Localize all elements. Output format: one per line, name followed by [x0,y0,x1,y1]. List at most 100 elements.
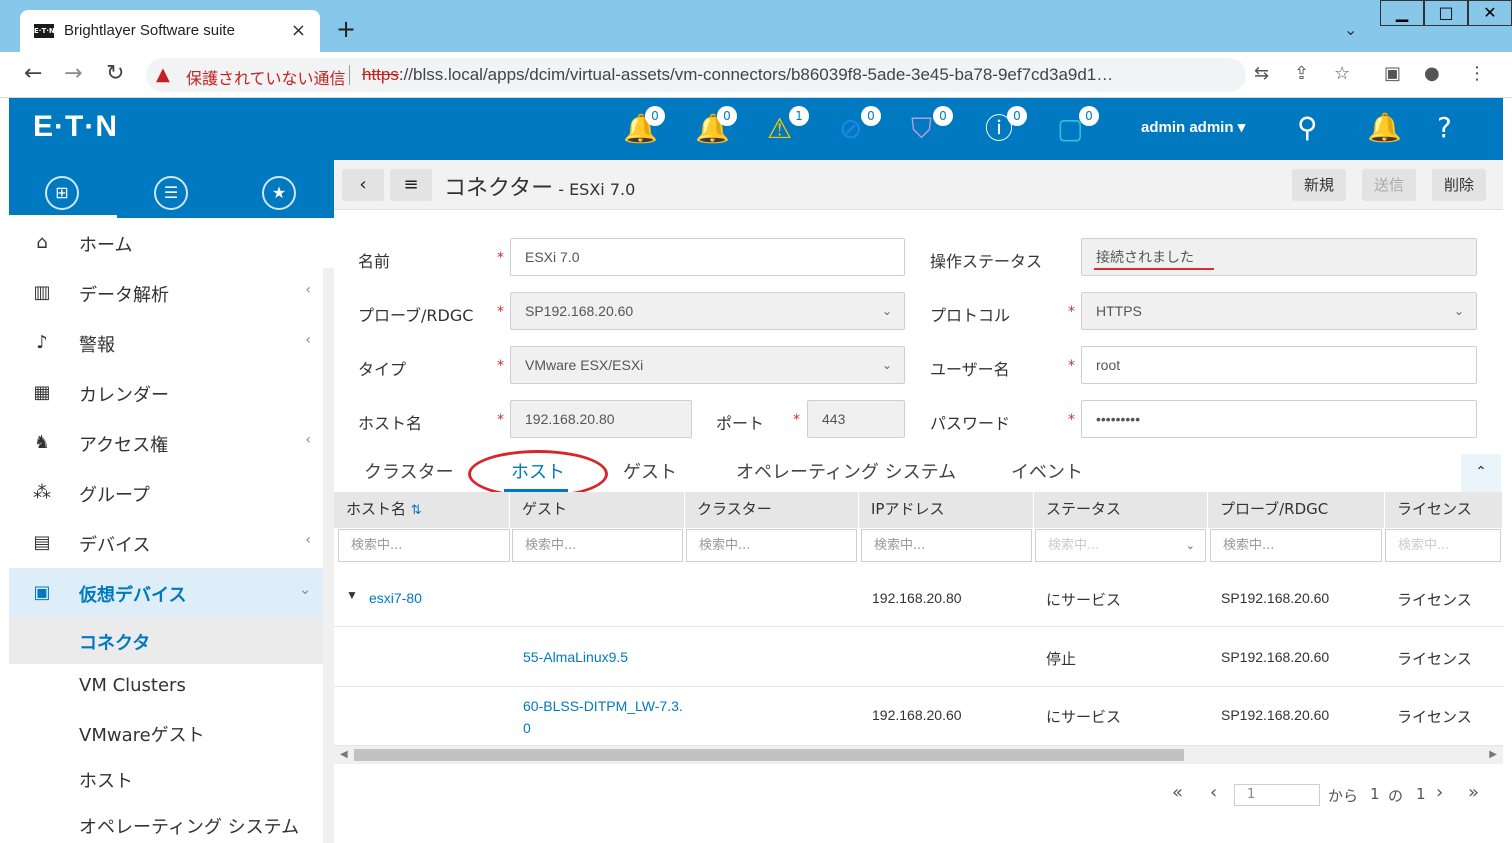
address-bar: ← → ↻ ▲ 保護されていない通信 https://blss.local/ap… [0,52,1512,98]
maximize-button[interactable]: □ [1424,0,1468,26]
horizontal-scrollbar[interactable]: ◀ ▶ [334,746,1503,764]
warning-icon[interactable]: ⚠ 1 [765,106,809,148]
list-icon[interactable]: ☰ [154,176,188,210]
close-window-button[interactable]: ✕ [1468,0,1512,26]
new-button[interactable]: 新規 [1292,169,1347,201]
info-icon[interactable]: ⓘ 0 [983,106,1027,148]
minimize-button[interactable]: ▁ [1380,0,1424,26]
help-icon[interactable]: ? [1437,112,1452,144]
filter-license[interactable]: 検索中... [1385,529,1501,562]
column-header-guest[interactable]: ゲスト [510,492,685,528]
table-row[interactable]: 55-AlmaLinux9.5 停止 SP192.168.20.60 ライセンス [334,628,1503,687]
expand-triangle-icon[interactable]: ▼ [346,588,358,602]
next-page-icon[interactable]: › [1436,782,1443,803]
column-header-ip[interactable]: IPアドレス [859,492,1034,528]
sidebar-subitem-vmware-guests[interactable]: VMwareゲスト [9,710,323,756]
browser-menu-icon[interactable]: ⋮ [1468,63,1486,84]
filter-guest[interactable]: 検索中... [512,529,683,562]
main-content: ‹ ≡ コネクター - ESXi 7.0 新規 送信 削除 名前 * ESXi … [334,160,1503,843]
filter-probe[interactable]: 検索中... [1210,529,1382,562]
back-arrow-icon[interactable]: ← [24,61,42,87]
page-input[interactable]: 1 [1234,784,1320,806]
filter-hostname[interactable]: 検索中... [338,529,510,562]
chevron-left-icon: ‹ [305,332,311,348]
sidebar-item-devices[interactable]: ▤ デバイス ‹ [9,518,323,568]
apps-grid-icon[interactable]: ⊞ [45,176,79,210]
filter-ip[interactable]: 検索中... [861,529,1032,562]
security-warning[interactable]: 保護されていない通信 [186,65,346,89]
alarm-major-icon[interactable]: 🔔 0 [693,106,737,148]
tab-search-chevron-icon[interactable]: ⌄ [1344,20,1357,39]
filter-cluster[interactable]: 検索中... [686,529,857,562]
tab-operating-systems[interactable]: オペレーティング システム [736,458,956,484]
guest-link[interactable]: 55-AlmaLinux9.5 [523,649,628,665]
new-tab-button[interactable]: + [336,17,356,41]
alarm-critical-icon[interactable]: 🔔 0 [621,106,665,148]
sidebar-item-virtual-devices[interactable]: ▣ 仮想デバイス ⌄ [9,568,323,618]
sidebar-item-access[interactable]: ♞ アクセス権 ‹ [9,418,323,468]
hostname-field[interactable]: 192.168.20.80 [510,400,692,438]
message-icon[interactable]: ▢ 0 [1055,106,1099,148]
send-button[interactable]: 送信 [1362,169,1417,201]
column-header-hostname[interactable]: ホスト名 ⇅ [334,492,510,528]
eaton-logo[interactable]: E·T·N [33,110,118,144]
sidebar-item-groups[interactable]: ⁂ グループ [9,468,323,518]
collapse-chevron-up-icon[interactable]: ⌃ [1461,454,1501,492]
favorites-star-icon[interactable]: ★ [262,176,296,210]
prev-page-icon[interactable]: ‹ [1210,782,1217,803]
sidebar-item-home[interactable]: ⌂ ホーム [9,218,323,268]
reload-icon[interactable]: ↻ [106,61,124,87]
probe-cell: SP192.168.20.60 [1221,590,1330,606]
disabled-icon[interactable]: ⊘ 0 [837,106,881,148]
sidebar-item-analytics[interactable]: ▥ データ解析 ‹ [9,268,323,318]
column-header-status[interactable]: ステータス [1034,492,1208,528]
name-field[interactable]: ESXi 7.0 [510,238,905,276]
profile-icon[interactable]: ● [1424,63,1440,84]
translate-icon[interactable]: ⇆ [1254,63,1269,84]
filter-status[interactable]: 検索中... ⌄ [1035,529,1206,562]
share-icon[interactable]: ⇪ [1294,63,1309,84]
protocol-select[interactable]: HTTPS ⌄ [1081,292,1477,330]
omnibox[interactable]: ▲ 保護されていない通信 https://blss.local/apps/dci… [146,58,1246,92]
sidebar-subitem-operating-systems[interactable]: オペレーティング システム [9,802,323,843]
first-page-icon[interactable]: « [1172,782,1183,803]
browser-tab[interactable]: E·T·N Brightlayer Software suite × [20,10,320,52]
notification-bell-icon[interactable]: 🔔 [1367,112,1402,144]
password-field[interactable]: ••••••••• [1081,400,1477,438]
table-row[interactable]: 60-BLSS-DITPM_LW-7.3.0 192.168.20.60 にサー… [334,687,1503,746]
sidebar-subitem-connectors[interactable]: コネクタ [9,618,323,664]
back-button[interactable]: ‹ [342,169,384,201]
column-header-license[interactable]: ライセンス [1385,492,1503,528]
sidebar-scrollbar[interactable] [323,268,334,843]
tab-events[interactable]: イベント [1011,458,1083,484]
security-shield-icon[interactable]: ⛉ 0 [909,106,953,148]
tab-guests[interactable]: ゲスト [623,458,677,484]
side-panel-icon[interactable]: ▣ [1384,63,1401,84]
guest-link[interactable]: 60-BLSS-DITPM_LW-7.3.0 [523,695,683,739]
host-link[interactable]: esxi7-80 [369,590,422,606]
column-header-probe[interactable]: プローブ/RDGC [1208,492,1385,528]
sidebar-subitem-vm-clusters[interactable]: VM Clusters [9,664,323,710]
last-page-icon[interactable]: » [1468,782,1479,803]
sidebar-item-calendar[interactable]: ▦ カレンダー [9,368,323,418]
column-header-cluster[interactable]: クラスター [685,492,859,528]
tab-clusters[interactable]: クラスター [364,458,454,484]
search-icon[interactable]: ⚲ [1297,112,1318,144]
sidebar-subitem-hosts[interactable]: ホスト [9,756,323,802]
scrollbar-thumb[interactable] [354,749,1184,761]
bookmark-star-icon[interactable]: ☆ [1334,63,1350,84]
table-row[interactable]: ▼ esxi7-80 192.168.20.80 にサービス SP192.168… [334,568,1503,627]
probe-select[interactable]: SP192.168.20.60 ⌄ [510,292,905,330]
probe-value: SP192.168.20.60 [525,303,634,319]
forward-arrow-icon[interactable]: → [64,61,82,87]
detail-tabs: クラスター ホスト ゲスト オペレーティング システム イベント ⌃ [334,450,1503,498]
port-field[interactable]: 443 [807,400,905,438]
username-field[interactable]: root [1081,346,1477,384]
sidebar-item-alarms[interactable]: ♪ 警報 ‹ [9,318,323,368]
delete-button[interactable]: 削除 [1432,169,1487,201]
tab-close-icon[interactable]: × [291,20,306,41]
menu-toggle-button[interactable]: ≡ [390,169,432,201]
type-select[interactable]: VMware ESX/ESXi ⌄ [510,346,905,384]
user-menu[interactable]: admin admin ▾ [1141,118,1245,136]
url-text[interactable]: https://blss.local/apps/dcim/virtual-ass… [362,65,1113,85]
